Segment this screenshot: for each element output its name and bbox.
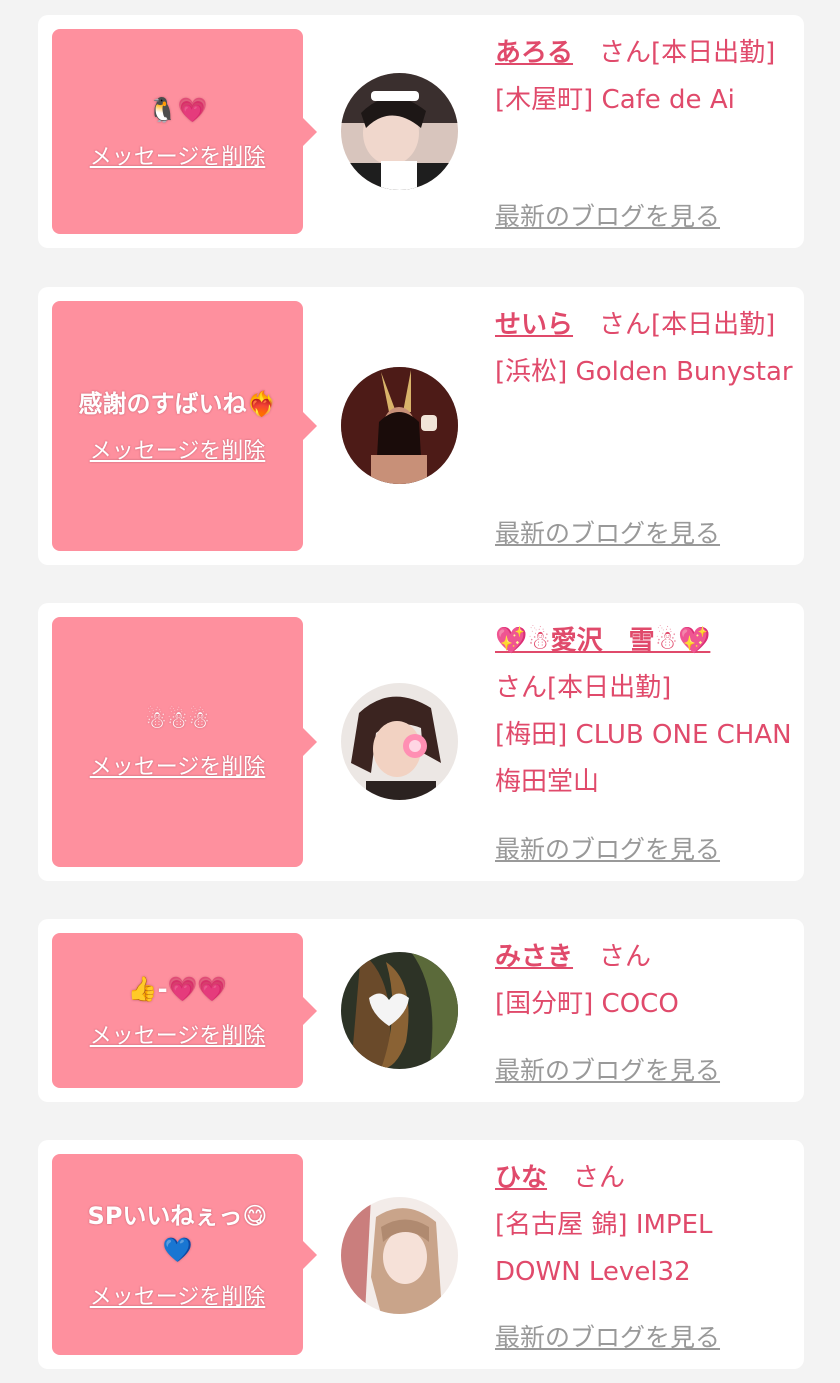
girl-info: せいら さん[本日出勤] [浜松] Golden Bunystar [495,302,795,396]
girl-name-link[interactable]: 💖☃愛沢 雪☃💖 [495,626,710,656]
list-item: 👍-💗💗 メッセージを削除 みさき さん [国分町] COCO 最新のブログを見る [38,919,804,1102]
latest-blog-link[interactable]: 最新のブログを見る [495,830,720,866]
avatar[interactable] [341,952,458,1069]
message-bubble: 👍-💗💗 メッセージを削除 [52,933,317,1088]
shop-name: [名古屋 錦] IMPEL DOWN Level32 [495,1210,713,1287]
avatar[interactable] [341,367,458,484]
girl-info: みさき さん [国分町] COCO [495,934,795,1028]
message-bubble: 感謝のすばいね❤️‍🔥 メッセージを削除 [52,301,317,551]
delete-message-link[interactable]: メッセージを削除 [90,433,266,465]
message-bubble: ☃☃☃ メッセージを削除 [52,617,317,867]
favorites-message-list: 🐧💗 メッセージを削除 あろる さん[本日出勤] [木屋町] Cafe de Ai… [0,0,840,1383]
message-bubble: SPいいねぇっ😋💙 メッセージを削除 [52,1154,317,1355]
list-item: 🐧💗 メッセージを削除 あろる さん[本日出勤] [木屋町] Cafe de Ai… [38,15,804,248]
shop-name: [木屋町] Cafe de Ai [495,85,735,115]
delete-message-link[interactable]: メッセージを削除 [90,1279,266,1311]
delete-message-link[interactable]: メッセージを削除 [90,139,266,171]
attendance-status: さん[本日出勤] [599,310,776,340]
attendance-status: さん[本日出勤] [495,673,672,703]
avatar[interactable] [341,73,458,190]
attendance-status: さん[本日出勤] [599,38,776,68]
list-item: ☃☃☃ メッセージを削除 💖☃愛沢 雪☃💖 さん[本日出勤] [梅田] CLUB… [38,603,804,881]
message-text: SPいいねぇっ😋💙 [87,1201,268,1264]
delete-message-link[interactable]: メッセージを削除 [90,1018,266,1050]
message-text: 感謝のすばいね❤️‍🔥 [78,390,277,418]
girl-info: 💖☃愛沢 雪☃💖 さん[本日出勤] [梅田] CLUB ONE CHAN 梅田堂… [495,618,795,806]
girl-name-link[interactable]: せいら [495,310,573,340]
shop-name: [梅田] CLUB ONE CHAN 梅田堂山 [495,720,792,797]
message-text: 🐧💗 [147,95,208,124]
delete-message-link[interactable]: メッセージを削除 [90,749,266,781]
latest-blog-link[interactable]: 最新のブログを見る [495,1051,720,1087]
message-bubble: 🐧💗 メッセージを削除 [52,29,317,234]
latest-blog-link[interactable]: 最新のブログを見る [495,514,720,550]
girl-name-link[interactable]: ひな [495,1163,547,1193]
list-item: SPいいねぇっ😋💙 メッセージを削除 ひな さん [名古屋 錦] IMPEL DO… [38,1140,804,1369]
girl-name-link[interactable]: みさき [495,942,573,972]
girl-name-link[interactable]: あろる [495,38,573,68]
message-text: 👍-💗💗 [127,974,228,1003]
latest-blog-link[interactable]: 最新のブログを見る [495,197,720,233]
girl-info: ひな さん [名古屋 錦] IMPEL DOWN Level32 [495,1155,795,1296]
latest-blog-link[interactable]: 最新のブログを見る [495,1318,720,1354]
message-text: ☃☃☃ [145,706,210,734]
attendance-status: さん [599,942,652,972]
shop-name: [国分町] COCO [495,989,679,1019]
shop-name: [浜松] Golden Bunystar [495,357,793,387]
list-item: 感謝のすばいね❤️‍🔥 メッセージを削除 せいら さん[本日出勤] [浜松] Go… [38,287,804,565]
attendance-status: さん [573,1163,626,1193]
avatar[interactable] [341,683,458,800]
avatar[interactable] [341,1197,458,1314]
girl-info: あろる さん[本日出勤] [木屋町] Cafe de Ai [495,30,795,124]
